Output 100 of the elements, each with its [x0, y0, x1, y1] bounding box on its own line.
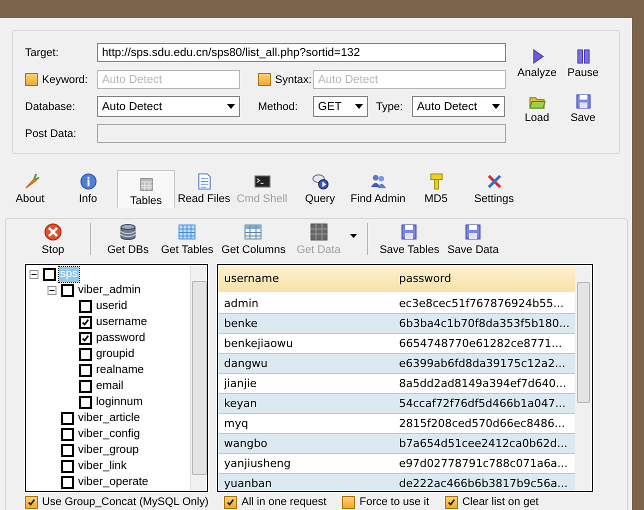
check-icon [226, 498, 236, 506]
type-label: Type: [376, 100, 404, 112]
toolbar-button[interactable]: Save Data [443, 222, 503, 256]
tab[interactable]: Tables [117, 170, 175, 208]
info-icon [80, 173, 96, 190]
tree-item[interactable]: viber_group [77, 442, 140, 458]
tree-item[interactable]: realname [95, 362, 145, 378]
tools-icon [486, 173, 502, 190]
option-label: Clear list on get [462, 496, 539, 508]
tab[interactable]: Settings [465, 170, 523, 208]
tree-item[interactable]: groupid [95, 346, 136, 362]
save-button[interactable]: Save [562, 93, 604, 124]
toolbar-button[interactable]: Save Tables [376, 222, 444, 256]
terminal-icon [254, 173, 270, 190]
checkbox[interactable] [79, 380, 92, 392]
method-label: Method: [258, 100, 299, 112]
grid-icon [178, 222, 196, 240]
tree-item[interactable]: email [95, 378, 124, 394]
expander-icon[interactable] [46, 286, 58, 294]
checkbox[interactable] [61, 428, 74, 440]
tree-item[interactable]: password [95, 330, 146, 346]
tree-item[interactable]: viber_config [77, 426, 142, 442]
table-cell: 6b3ba4c1b70f8da353f5b180... [393, 314, 575, 334]
database-icon [119, 222, 137, 240]
stop-icon [44, 222, 62, 240]
checkbox[interactable] [25, 73, 38, 86]
table-cell: e6399ab6fd8da39175c12a2... [393, 354, 575, 374]
checkbox[interactable] [445, 496, 458, 508]
checkbox[interactable] [79, 396, 92, 408]
table-cell: keyan [218, 394, 393, 414]
option-label: Use Group_Concat (MySQL Only) [42, 496, 208, 508]
tree-item[interactable]: viber_article [77, 410, 141, 426]
tree-item[interactable]: username [95, 314, 148, 330]
caret-icon [227, 104, 235, 109]
table-icon [138, 177, 154, 192]
users-icon [370, 173, 386, 190]
tree-item[interactable]: viber_operate [77, 474, 150, 490]
checkbox[interactable] [79, 300, 92, 312]
checkbox[interactable] [258, 73, 271, 86]
checkbox[interactable] [224, 496, 238, 508]
caret-icon [355, 104, 363, 109]
table-cell: benke [218, 314, 393, 334]
toolbar-button[interactable]: Get Tables [157, 222, 218, 256]
checkbox[interactable] [61, 476, 74, 488]
grid-icon [310, 222, 328, 240]
checkbox[interactable] [61, 444, 74, 456]
option-label: Force to use it [359, 496, 430, 508]
checkbox[interactable] [61, 284, 74, 296]
method-dropdown[interactable]: GET [313, 96, 368, 117]
database-label: Database: [25, 100, 76, 112]
checkbox[interactable] [79, 316, 92, 328]
scrollbar[interactable] [575, 265, 592, 491]
document-icon [196, 173, 212, 190]
column-header[interactable]: username [218, 265, 393, 294]
type-dropdown[interactable]: Auto Detect [412, 96, 505, 117]
option-label: All in one request [241, 496, 326, 508]
checkbox[interactable] [79, 364, 92, 376]
checkbox[interactable] [342, 496, 356, 508]
table-cell: wangbo [218, 434, 393, 454]
load-button[interactable]: Load [516, 93, 558, 124]
column-header[interactable]: password [393, 265, 575, 294]
pause-icon [574, 48, 592, 65]
post-data-field[interactable] [97, 124, 506, 143]
scrollbar[interactable] [190, 265, 207, 491]
tree-item[interactable]: viber_admin [77, 282, 142, 298]
tab[interactable]: About [1, 170, 59, 208]
tab[interactable]: Find Admin [349, 170, 407, 208]
target-field[interactable]: http://sps.sdu.edu.cn/sps80/list_all.php?sortid=132 [97, 43, 506, 62]
pause-button[interactable]: Pause [562, 48, 604, 79]
check-icon [447, 498, 456, 506]
tab[interactable]: Info [59, 170, 117, 208]
speech-bubbles-icon [312, 173, 328, 190]
tab[interactable]: MD5 [407, 170, 465, 208]
syntax-label: Syntax: [275, 74, 312, 86]
caret-icon [492, 104, 500, 109]
checkbox[interactable] [25, 496, 38, 508]
expander-icon[interactable] [28, 270, 40, 278]
toolbar-button[interactable]: Get DBs [99, 222, 157, 256]
post-data-label: Post Data: [25, 128, 78, 140]
database-dropdown[interactable]: Auto Detect [97, 96, 240, 117]
toolbar-button[interactable]: Stop [24, 222, 82, 256]
tree-item[interactable]: loginnum [95, 394, 144, 410]
tree-item[interactable]: userid [95, 298, 128, 314]
checkbox[interactable] [43, 268, 56, 280]
table-cell: dangwu [218, 354, 393, 374]
checkbox[interactable] [61, 460, 74, 472]
table-cell: 54ccaf72f76df5d466b1a047... [393, 394, 575, 414]
tree-item[interactable]: viber_link [77, 458, 128, 474]
analyze-button[interactable]: Analyze [516, 48, 558, 79]
check-icon [27, 498, 36, 506]
checkbox[interactable] [79, 332, 92, 344]
columns-icon [244, 222, 262, 240]
table-cell: b7a654d51cee2412ca0b62d... [393, 434, 575, 454]
toolbar-button[interactable]: Get Columns [217, 222, 290, 256]
tab[interactable]: Query [291, 170, 349, 208]
table-cell: yuanban [218, 474, 393, 491]
tab[interactable]: Read Files [175, 170, 233, 208]
checkbox[interactable] [79, 348, 92, 360]
checkbox[interactable] [61, 412, 74, 424]
keyword-label: Keyword: [42, 74, 88, 86]
